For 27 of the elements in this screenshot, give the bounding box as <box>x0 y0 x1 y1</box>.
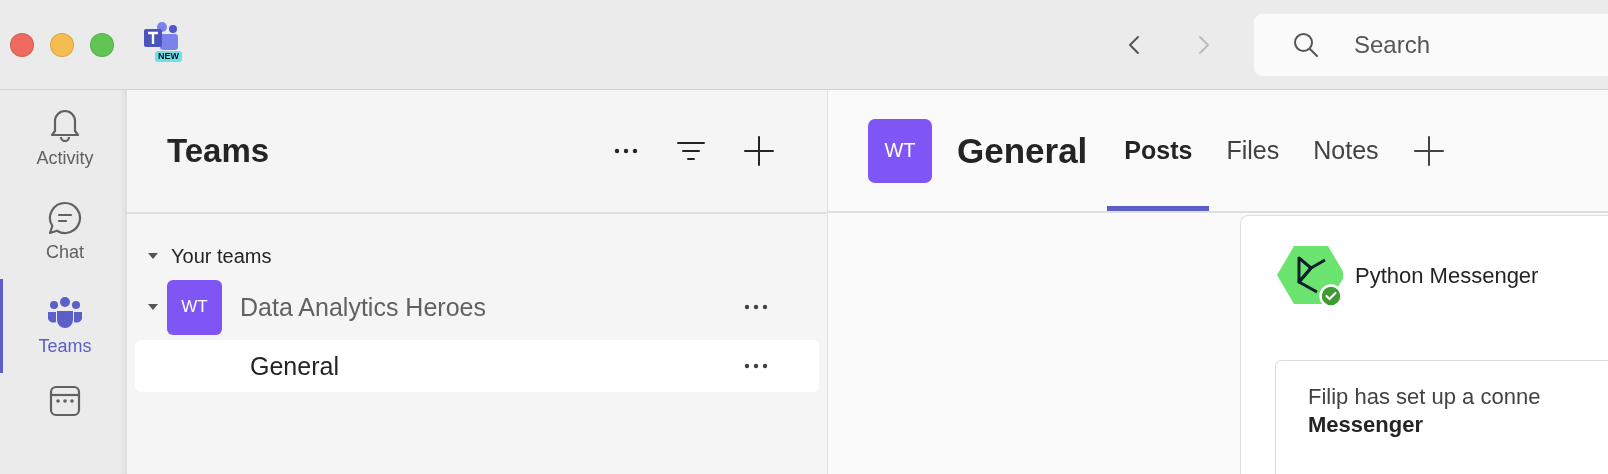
search-field[interactable]: Search <box>1254 13 1608 76</box>
chat-bubble-icon <box>47 199 83 236</box>
rail-item[interactable]: Chat <box>0 184 127 279</box>
more-icon[interactable] <box>613 147 639 155</box>
panel-title: Teams <box>167 132 270 170</box>
team-name[interactable]: Data Analytics Heroes <box>240 292 486 322</box>
channel-title: General <box>957 130 1088 171</box>
filter-icon[interactable] <box>677 141 705 161</box>
more-icon[interactable] <box>743 303 769 311</box>
new-badge: NEW <box>155 50 182 62</box>
section-label[interactable]: Your teams <box>171 244 272 268</box>
message-text: Messenger <box>1308 411 1424 439</box>
channel-item[interactable]: General <box>135 340 819 392</box>
channel-avatar: WT <box>868 118 932 183</box>
team-avatar: WT <box>167 279 222 335</box>
search-icon <box>1292 30 1320 59</box>
tab[interactable]: Posts <box>1107 90 1210 211</box>
rail-item[interactable]: Activity <box>0 90 127 185</box>
tab[interactable]: Notes <box>1296 90 1396 211</box>
author-name[interactable]: Python Messenger <box>1355 263 1539 289</box>
window-control[interactable] <box>10 32 34 57</box>
message-text: Filip has set up a conne <box>1308 383 1542 411</box>
people-icon <box>47 294 83 331</box>
plus-icon[interactable] <box>743 135 775 167</box>
more-icon[interactable] <box>743 362 769 370</box>
add-tab-icon[interactable] <box>1413 135 1444 166</box>
tab[interactable]: Files <box>1209 90 1297 211</box>
